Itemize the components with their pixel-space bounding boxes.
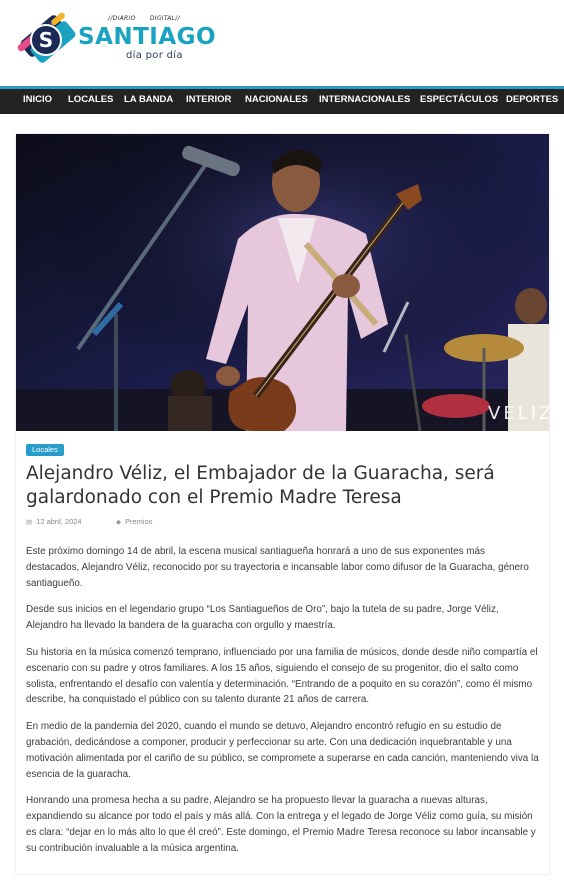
main-nav: INICIO LOCALES LA BANDA INTERIOR NACIONA… <box>0 89 564 114</box>
nav-item-la-banda[interactable]: LA BANDA <box>124 89 173 114</box>
article-date-text: 12 abril, 2024 <box>36 517 82 526</box>
article-paragraph: En medio de la pandemia del 2020, cuando… <box>26 720 539 780</box>
nav-item-nacionales[interactable]: NACIONALES <box>245 89 308 114</box>
nav-item-inicio[interactable]: INICIO <box>23 89 52 114</box>
site-header: S //DIARIO DIGITAL// SANTIAGO día por dí… <box>0 0 564 86</box>
logo-small-left: //DIARIO <box>108 15 136 22</box>
logo-letter: S <box>39 28 53 52</box>
article-paragraph: Su historia en la música comenzó tempran… <box>26 646 538 706</box>
nav-item-interior[interactable]: INTERIOR <box>186 89 231 114</box>
nav-item-espectaculos[interactable]: ESPECTÁCULOS <box>420 89 498 114</box>
logo-small-right: DIGITAL// <box>149 15 180 22</box>
article-paragraph: Honrando una promesa hecha a su padre, A… <box>26 795 536 854</box>
logo-mark-icon: S <box>17 12 76 63</box>
site-name: SANTIAGO <box>78 24 217 50</box>
article-tag[interactable]: ◆ Premios <box>116 517 153 526</box>
nav-item-deportes[interactable]: DEPORTES <box>506 89 558 114</box>
article-title: Alejandro Véliz, el Embajador de la Guar… <box>26 463 495 508</box>
site-tagline: día por día <box>126 50 183 61</box>
calendar-icon: ▤ <box>26 519 33 526</box>
image-watermark: VELIZ <box>488 403 549 424</box>
article-paragraph: Desde sus inicios en el legendario grupo… <box>26 604 499 632</box>
tag-icon: ◆ <box>116 519 121 526</box>
nav-item-internacionales[interactable]: INTERNACIONALES <box>319 89 410 114</box>
concert-photo: VELIZ <box>16 134 549 431</box>
article-tag-text: Premios <box>125 517 153 526</box>
article-paragraph: Este próximo domingo 14 de abril, la esc… <box>26 546 529 589</box>
article-body: Este próximo domingo 14 de abril, la esc… <box>26 544 540 867</box>
nav-item-locales[interactable]: LOCALES <box>68 89 113 114</box>
site-logo[interactable]: S //DIARIO DIGITAL// SANTIAGO día por dí… <box>16 8 216 70</box>
article-date[interactable]: ▤ 12 abril, 2024 <box>26 517 82 526</box>
category-badge[interactable]: Locales <box>26 444 64 456</box>
article-featured-image[interactable]: VELIZ <box>16 134 549 431</box>
logo-small-text: //DIARIO DIGITAL// <box>108 15 192 22</box>
